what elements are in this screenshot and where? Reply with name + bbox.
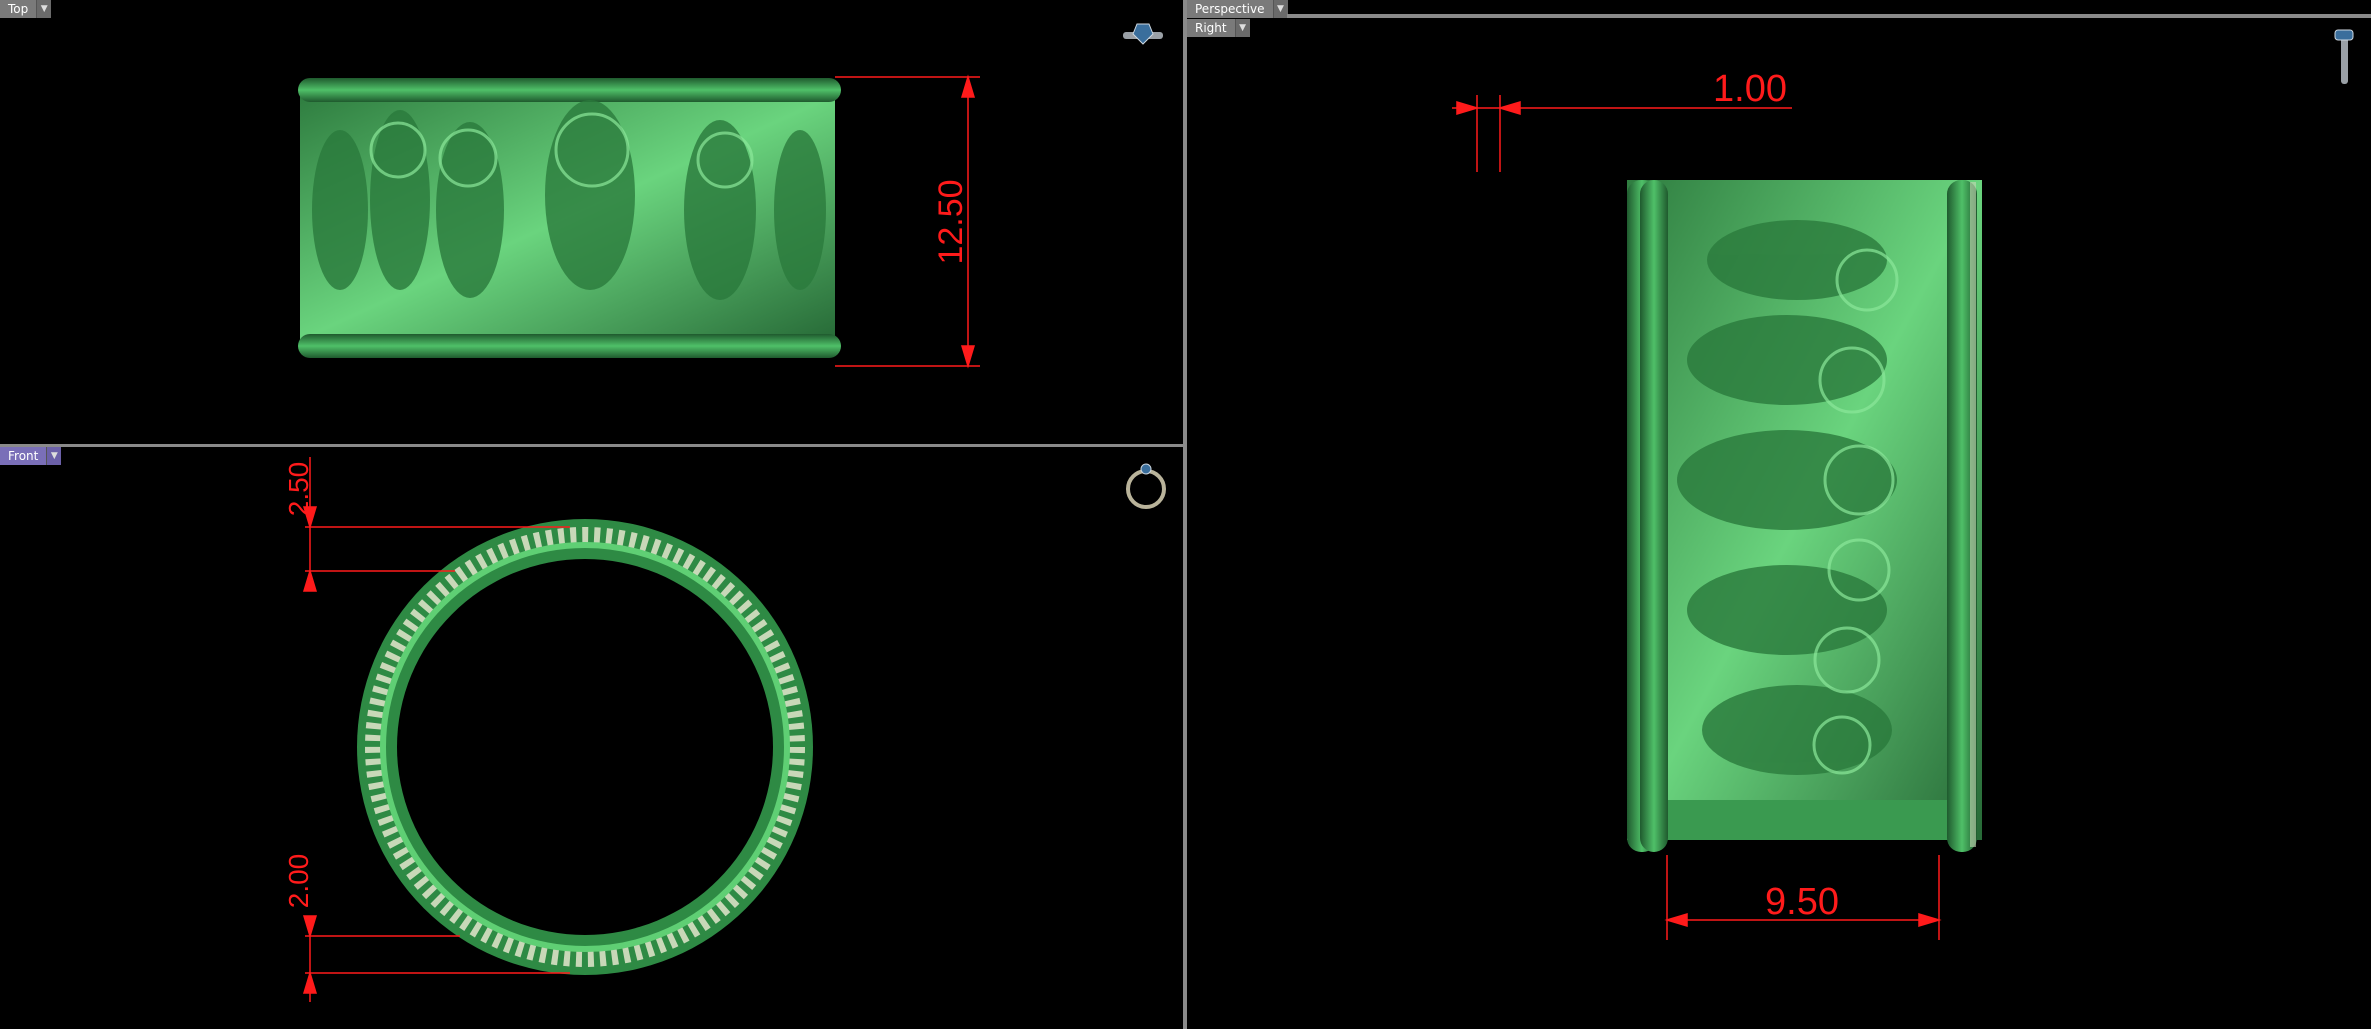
front-viewport[interactable]: Front ▼ 2.50 2.00 — [0, 447, 1183, 1029]
top-viewport[interactable]: Top ▼ 12.50 — [0, 0, 1183, 444]
ring-front-icon[interactable] — [1123, 459, 1169, 511]
dimension-label: 9.50 — [1765, 881, 1839, 923]
vertical-splitter[interactable] — [1183, 0, 1187, 1029]
dimension-label: 12.50 — [932, 179, 970, 264]
ring-top-view: 12.50 — [298, 74, 980, 369]
dimension-label: 2.50 — [283, 462, 314, 517]
ring-side-icon[interactable] — [1121, 20, 1165, 52]
dimension-label: 2.00 — [283, 854, 314, 909]
ring-front-view: 2.50 2.00 — [283, 457, 813, 1002]
horizontal-splitter[interactable] — [0, 444, 1183, 447]
dimension-label: 1.00 — [1713, 68, 1787, 110]
ring-right-view: 1.00 9.50 — [1452, 68, 1982, 940]
right-viewport[interactable]: Perspective ▼ Right ▼ 1.00 9.50 — [1187, 0, 2371, 1029]
ring-edge-icon[interactable] — [2329, 28, 2359, 86]
